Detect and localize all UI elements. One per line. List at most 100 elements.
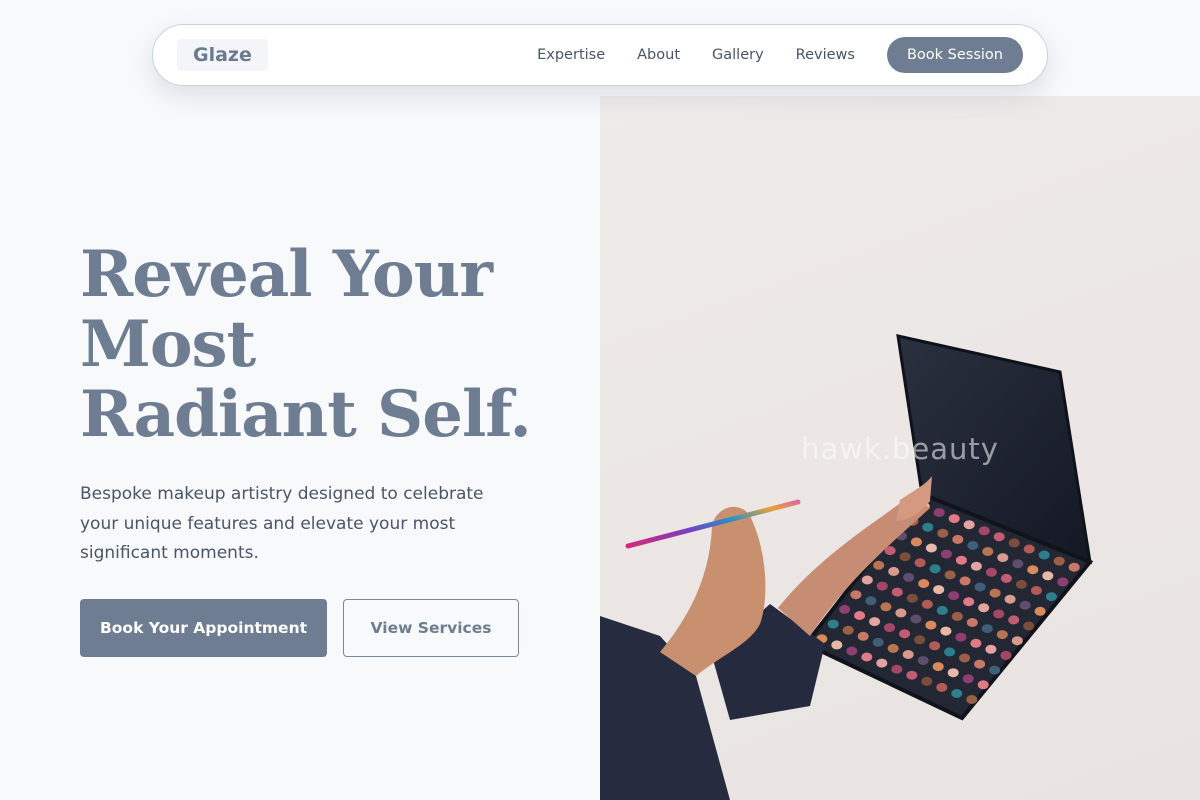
eyeshadow-pan bbox=[925, 543, 937, 553]
eyeshadow-pan bbox=[910, 614, 922, 624]
eyeshadow-pan bbox=[967, 541, 979, 550]
nav-links: Expertise About Gallery Reviews bbox=[537, 47, 855, 63]
eyeshadow-pan bbox=[861, 575, 873, 585]
eyeshadow-pan bbox=[985, 644, 997, 654]
eyeshadow-pan bbox=[873, 560, 885, 570]
eyeshadow-pan bbox=[966, 618, 978, 627]
eyeshadow-pan bbox=[888, 566, 900, 576]
eyeshadow-pan bbox=[1057, 577, 1069, 587]
eyeshadow-pan bbox=[903, 572, 915, 582]
eyeshadow-pan bbox=[1038, 550, 1050, 560]
eyeshadow-pan bbox=[918, 579, 930, 588]
eyeshadow-pan bbox=[936, 605, 948, 615]
eyeshadow-pan bbox=[876, 658, 888, 668]
nav-link-expertise[interactable]: Expertise bbox=[537, 47, 605, 63]
eyeshadow-pan bbox=[895, 608, 907, 618]
eyeshadow-pan bbox=[872, 637, 884, 647]
eyeshadow-pan bbox=[902, 650, 914, 659]
image-watermark: hawk.beauty bbox=[801, 432, 999, 466]
eyeshadow-pan bbox=[922, 522, 934, 532]
hero-title: Reveal Your Most Radiant Self. bbox=[80, 240, 560, 450]
eyeshadow-pan bbox=[842, 625, 854, 635]
eyeshadow-pan bbox=[1000, 573, 1012, 583]
eyeshadow-pan bbox=[1000, 650, 1012, 660]
eyeshadow-pan bbox=[940, 626, 952, 636]
eyeshadow-pan bbox=[1004, 594, 1016, 604]
eyeshadow-pan bbox=[884, 623, 896, 633]
eyeshadow-pan bbox=[944, 570, 956, 580]
eyeshadow-pan bbox=[993, 532, 1005, 542]
eyeshadow-pan bbox=[936, 682, 948, 692]
eyeshadow-pan bbox=[932, 662, 944, 672]
eyeshadow-pan bbox=[846, 646, 858, 656]
eyeshadow-pan bbox=[831, 640, 843, 650]
eyeshadow-pan bbox=[981, 624, 993, 634]
eyeshadow-pan bbox=[951, 689, 963, 698]
eyeshadow-pan bbox=[985, 567, 997, 577]
eyeshadow-pan bbox=[906, 670, 918, 680]
eyeshadow-pan bbox=[850, 590, 862, 600]
nav-link-about[interactable]: About bbox=[637, 47, 680, 63]
eyeshadow-pan bbox=[929, 564, 941, 574]
eyeshadow-pan bbox=[906, 593, 918, 603]
eyeshadow-pan bbox=[963, 597, 975, 607]
eyeshadow-pan bbox=[959, 653, 971, 663]
eyeshadow-pan bbox=[891, 664, 903, 674]
eyeshadow-pan bbox=[910, 537, 922, 547]
eyeshadow-pan bbox=[1008, 615, 1020, 625]
eyeshadow-pan bbox=[978, 526, 990, 536]
eyeshadow-pan bbox=[948, 514, 960, 524]
eyeshadow-pan bbox=[1008, 538, 1020, 548]
eyeshadow-pan bbox=[929, 641, 941, 651]
eyeshadow-pan bbox=[1015, 579, 1027, 589]
eyeshadow-pan bbox=[1023, 544, 1035, 554]
eyeshadow-pan bbox=[1030, 586, 1042, 595]
eyeshadow-pan bbox=[978, 603, 990, 613]
eyeshadow-pan bbox=[996, 630, 1008, 640]
eyeshadow-pan bbox=[1011, 636, 1023, 646]
eyeshadow-pan bbox=[993, 609, 1005, 619]
eyeshadow-pan bbox=[876, 581, 888, 591]
book-appointment-button[interactable]: Book Your Appointment bbox=[80, 599, 327, 657]
eyeshadow-pan bbox=[925, 620, 937, 630]
eyeshadow-pan bbox=[917, 656, 929, 665]
eyeshadow-pan bbox=[955, 632, 967, 642]
eyeshadow-pan bbox=[974, 659, 986, 669]
eyeshadow-pan bbox=[944, 647, 956, 657]
eyeshadow-pan bbox=[940, 549, 952, 559]
eyeshadow-pan bbox=[839, 604, 851, 614]
eyeshadow-pan bbox=[966, 695, 978, 704]
eyeshadow-pan bbox=[951, 611, 963, 621]
book-session-button[interactable]: Book Session bbox=[886, 37, 1023, 73]
eyeshadow-pan bbox=[955, 555, 967, 565]
eyeshadow-pan bbox=[977, 680, 989, 690]
eyeshadow-pan bbox=[947, 668, 959, 678]
eyeshadow-pan bbox=[854, 611, 866, 620]
eyeshadow-pan bbox=[899, 552, 911, 562]
eyeshadow-pan bbox=[1068, 562, 1080, 572]
view-services-button[interactable]: View Services bbox=[343, 599, 519, 657]
hero-title-line-1: Reveal Your bbox=[80, 237, 493, 312]
nav-link-reviews[interactable]: Reviews bbox=[796, 47, 855, 63]
eyeshadow-pan bbox=[1019, 600, 1031, 610]
eyeshadow-pan bbox=[982, 547, 994, 556]
eyeshadow-pan bbox=[914, 635, 926, 645]
eyeshadow-pan bbox=[827, 619, 839, 629]
hero-image: hawk.beauty bbox=[600, 96, 1200, 800]
eyeshadow-pan bbox=[869, 617, 881, 627]
eyeshadow-pan bbox=[997, 553, 1009, 563]
brand-logo[interactable]: Glaze bbox=[177, 39, 268, 71]
hero-title-line-2: Most bbox=[80, 307, 256, 382]
nav-link-gallery[interactable]: Gallery bbox=[712, 47, 764, 63]
eyeshadow-pan bbox=[1053, 556, 1065, 566]
eyeshadow-pan bbox=[921, 676, 933, 686]
eyeshadow-pan bbox=[921, 599, 933, 609]
eyeshadow-pan bbox=[1034, 606, 1046, 616]
eyeshadow-pan bbox=[974, 582, 986, 592]
top-navbar: Glaze Expertise About Gallery Reviews Bo… bbox=[152, 24, 1048, 86]
eyeshadow-pan bbox=[865, 596, 877, 606]
eyeshadow-pan bbox=[1045, 592, 1057, 602]
eyeshadow-pan bbox=[1042, 571, 1054, 581]
eyeshadow-pan bbox=[857, 631, 869, 641]
eyeshadow-pan bbox=[963, 520, 975, 530]
